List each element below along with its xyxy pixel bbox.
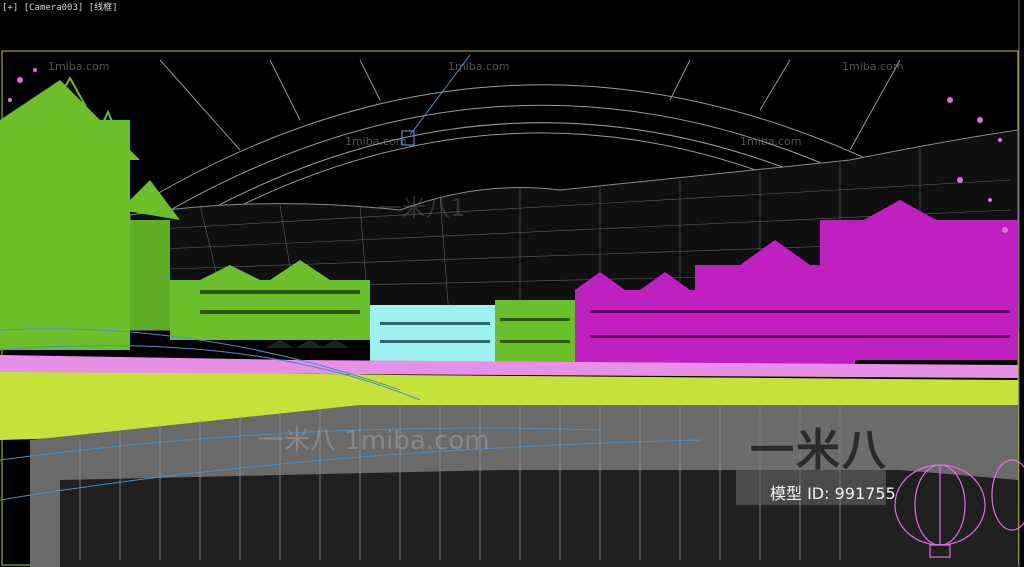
building-green-left [0, 75, 180, 350]
viewport-camera003[interactable]: [+] [Camera003] [线框] 1miba.com 1miba.com… [0, 0, 1024, 567]
viewport-camera-name[interactable]: [Camera003] [24, 3, 84, 13]
watermark-4: 1miba.com [345, 135, 407, 148]
viewport-shading-mode[interactable]: [线框] [89, 3, 118, 13]
logo-brand: 一米八 [750, 425, 888, 476]
watermark-big: 一米八 1miba.com [258, 426, 490, 456]
building-green-center [495, 300, 575, 370]
umbrellas [265, 340, 350, 348]
watermark-3: 1miba.com [842, 60, 904, 73]
watermark-5: 1miba.com [740, 135, 802, 148]
viewport-label[interactable]: [+] [Camera003] [线框] [2, 0, 118, 13]
watermark-mid: 一米八1 [378, 194, 466, 222]
watermark-1: 1miba.com [48, 60, 110, 73]
model-id-label: 模型 ID: 991755 [770, 484, 896, 503]
viewport-menu-plus[interactable]: [+] [2, 3, 18, 13]
building-cyan [370, 305, 495, 365]
watermark-2: 1miba.com [448, 60, 510, 73]
